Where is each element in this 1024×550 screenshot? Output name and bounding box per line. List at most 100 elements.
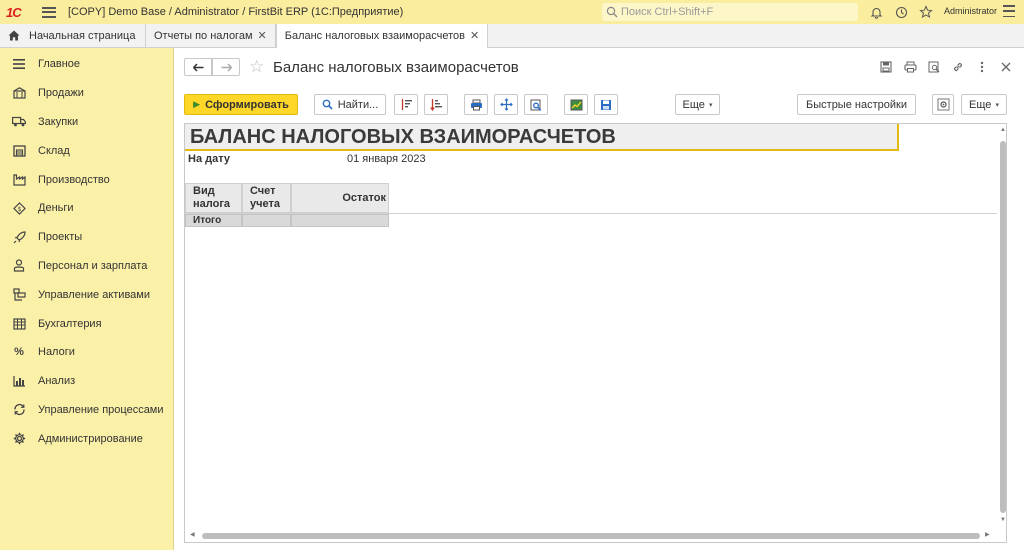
column-header-line: учета — [250, 198, 280, 210]
sidebar-item-label: Склад — [38, 144, 70, 157]
scroll-right-icon[interactable]: ▶ — [985, 531, 990, 538]
tab-label: Начальная страница — [29, 29, 136, 42]
column-header-tax-type[interactable]: Вид налога — [185, 183, 242, 213]
sort-descending-icon — [429, 99, 442, 111]
sections-sidebar: Главное Продажи Закупки Склад Производст… — [0, 48, 174, 550]
param-value: 01 января 2023 — [347, 153, 426, 165]
assets-icon — [11, 287, 27, 303]
sidebar-item-label: Персонал и зарплата — [38, 259, 148, 272]
app-logo: 1С — [6, 4, 22, 20]
cycle-icon — [11, 402, 27, 418]
search-icon — [322, 99, 333, 110]
more-label: Еще — [682, 98, 705, 111]
move-button[interactable] — [494, 94, 518, 115]
settings-menu-icon[interactable] — [1003, 5, 1015, 17]
vertical-scrollbar[interactable]: ▲ ▼ — [999, 124, 1006, 542]
scroll-up-icon[interactable]: ▲ — [1000, 127, 1006, 133]
find-button[interactable]: Найти... — [314, 94, 386, 115]
notifications-bell-icon[interactable] — [868, 4, 884, 20]
column-header-line: налога — [193, 198, 231, 210]
search-placeholder: Поиск Ctrl+Shift+F — [621, 6, 714, 18]
sidebar-item-warehouse[interactable]: Склад — [0, 136, 173, 165]
total-label-cell: Итого — [185, 214, 242, 227]
generate-button[interactable]: ▶ Сформировать — [184, 94, 298, 115]
scroll-left-icon[interactable]: ◀ — [190, 531, 195, 538]
favorites-star-icon[interactable] — [918, 4, 934, 20]
scroll-down-icon[interactable]: ▼ — [1000, 517, 1006, 523]
back-button[interactable] — [184, 58, 212, 76]
sidebar-item-projects[interactable]: Проекты — [0, 223, 173, 252]
save-button[interactable] — [594, 94, 618, 115]
more-button[interactable]: Еще ▾ — [675, 94, 720, 115]
play-icon: ▶ — [193, 99, 201, 109]
expand-groups-button[interactable] — [424, 94, 448, 115]
quick-settings-button[interactable]: Быстрые настройки — [797, 94, 916, 115]
forward-button[interactable] — [212, 58, 240, 76]
print-button[interactable] — [464, 94, 488, 115]
save-icon — [601, 99, 611, 110]
report-form: ☆ Баланс налоговых взаиморасчетов ▶ Сфор… — [175, 48, 1024, 550]
sidebar-item-processes[interactable]: Управление процессами — [0, 396, 173, 425]
global-search-input[interactable]: Поиск Ctrl+Shift+F — [602, 3, 858, 21]
sidebar-item-label: Управление процессами — [38, 403, 164, 416]
collapse-groups-button[interactable] — [394, 94, 418, 115]
report-settings-button[interactable] — [932, 94, 954, 115]
app-title: [COPY] Demo Base / Administrator / First… — [68, 6, 404, 18]
link-icon[interactable] — [950, 60, 966, 74]
find-label: Найти... — [337, 98, 379, 111]
column-header-line: Счет — [250, 185, 276, 197]
preview-button[interactable] — [524, 94, 548, 115]
tab-home[interactable]: Начальная страница — [0, 24, 146, 47]
sidebar-item-accounting[interactable]: Бухгалтерия — [0, 309, 173, 338]
sidebar-item-sales[interactable]: Продажи — [0, 79, 173, 108]
scroll-thumb[interactable] — [202, 533, 980, 539]
tab-tax-balance[interactable]: Баланс налоговых взаиморасчетов ✕ — [275, 24, 489, 48]
sidebar-item-money[interactable]: $ Деньги — [0, 194, 173, 223]
close-form-icon[interactable] — [998, 60, 1014, 74]
open-tabs-bar: Начальная страница Отчеты по налогам ✕ Б… — [0, 24, 1024, 48]
chart-button[interactable] — [564, 94, 588, 115]
generate-label: Сформировать — [205, 98, 289, 111]
sidebar-item-assets[interactable]: Управление активами — [0, 280, 173, 309]
report-sheet[interactable]: БАЛАНС НАЛОГОВЫХ ВЗАИМОРАСЧЕТОВ На дату … — [184, 123, 1007, 543]
column-header-account[interactable]: Счет учета — [242, 183, 291, 213]
sidebar-item-administration[interactable]: Администрирование — [0, 424, 173, 453]
factory-icon — [11, 172, 27, 188]
tab-tax-reports[interactable]: Отчеты по налогам ✕ — [146, 24, 276, 47]
sidebar-item-purchases[interactable]: Закупки — [0, 108, 173, 137]
horizontal-scrollbar[interactable]: ◀ ▶ — [185, 531, 997, 540]
sidebar-item-analysis[interactable]: Анализ — [0, 367, 173, 396]
main-menu-icon[interactable] — [42, 6, 56, 18]
arrow-left-icon — [192, 62, 203, 72]
sidebar-item-label: Закупки — [38, 115, 79, 128]
rocket-icon — [11, 229, 27, 245]
sidebar-item-label: Бухгалтерия — [38, 317, 102, 330]
column-header-balance[interactable]: Остаток — [291, 183, 389, 213]
sidebar-item-label: Администрирование — [38, 432, 143, 445]
arrow-right-icon — [221, 62, 232, 72]
save-icon[interactable] — [878, 60, 894, 74]
print-icon[interactable] — [902, 60, 918, 74]
more-vertical-icon[interactable] — [974, 60, 990, 74]
scroll-thumb[interactable] — [1000, 141, 1006, 513]
sidebar-item-main[interactable]: Главное — [0, 50, 173, 79]
history-icon[interactable] — [893, 4, 909, 20]
sidebar-item-personnel[interactable]: Персонал и зарплата — [0, 252, 173, 281]
close-icon[interactable]: ✕ — [470, 29, 479, 42]
favorite-star-icon[interactable]: ☆ — [249, 57, 264, 77]
more-button-2[interactable]: Еще ▾ — [961, 94, 1007, 115]
preview-icon — [530, 99, 542, 111]
more-label: Еще — [969, 98, 992, 111]
sidebar-item-label: Главное — [38, 58, 81, 71]
sidebar-item-production[interactable]: Производство — [0, 165, 173, 194]
form-title: Баланс налоговых взаиморасчетов — [273, 59, 519, 76]
sidebar-item-taxes[interactable]: % Налоги — [0, 338, 173, 367]
sidebar-item-label: Налоги — [38, 346, 75, 359]
chart-icon — [570, 99, 582, 110]
top-bar: 1С [COPY] Demo Base / Administrator / Fi… — [0, 0, 1024, 24]
current-user[interactable]: Administrator — [944, 6, 997, 16]
tab-label: Баланс налоговых взаиморасчетов — [284, 29, 465, 42]
chevron-down-icon: ▾ — [708, 101, 713, 109]
preview-icon[interactable] — [926, 60, 942, 74]
close-icon[interactable]: ✕ — [258, 29, 267, 42]
